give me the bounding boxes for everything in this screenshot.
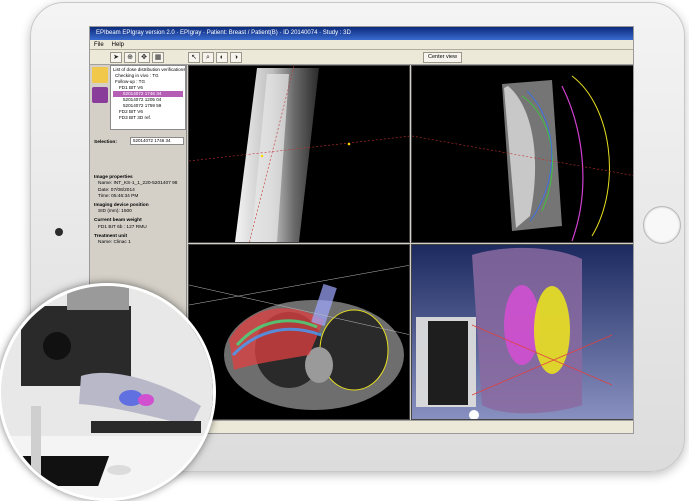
properties-panel: Selection: Image properties Name: INT_KS… xyxy=(90,135,186,248)
pan-icon[interactable]: ✥ xyxy=(138,52,150,63)
marker-point xyxy=(347,142,351,146)
treatment-room-lens xyxy=(0,283,216,501)
ct-slice xyxy=(189,265,409,410)
ct-dose-viewport[interactable] xyxy=(188,244,410,420)
couch xyxy=(91,421,201,433)
tree-item[interactable]: FD3 BIT 3D ref. xyxy=(113,115,183,121)
beam-weight-value: FD1 BIT 6b : 127 RMU xyxy=(98,224,147,230)
image-prop-time: Time: 05:46:34 PM xyxy=(98,193,139,199)
menu-file[interactable]: File xyxy=(94,40,104,49)
toolbar: ➤ ⊕ ✥ ▦ ↖ ⌕ ◐ ◑ Center view xyxy=(90,50,633,65)
grid-icon[interactable]: ▦ xyxy=(152,52,164,63)
portal-image xyxy=(189,66,409,242)
contour-magenta xyxy=(561,85,584,242)
status-bar xyxy=(188,420,633,433)
sidebar-icons xyxy=(90,65,110,125)
stand xyxy=(31,406,41,498)
3d-render xyxy=(416,247,613,419)
window-title: EPIbeam EPIgray version 2.0 · EPIgray · … xyxy=(90,27,633,40)
orientation-icon xyxy=(469,410,479,419)
person-icon[interactable] xyxy=(92,67,108,83)
contour-image xyxy=(412,75,633,242)
contour-viewport[interactable] xyxy=(411,65,633,243)
pointer-tool-icon[interactable]: ↖ xyxy=(188,52,200,63)
collimator xyxy=(43,332,71,360)
zoom-tool-icon[interactable]: ⌕ xyxy=(202,52,214,63)
center-view-button[interactable]: Center view xyxy=(423,52,463,63)
treatment-room-render xyxy=(1,286,213,498)
window-icon[interactable]: ◐ xyxy=(216,52,228,63)
marker-point xyxy=(260,154,264,158)
imager-panel xyxy=(1,456,110,486)
beam-line xyxy=(189,265,409,306)
menu-bar: File Help xyxy=(90,40,633,50)
image-prop-name: Name: INT_KS-1_1_220-5201407 98 xyxy=(98,181,178,187)
treatment-unit-name: Name: Clinac 1 xyxy=(98,240,131,246)
contour-yellow xyxy=(571,75,610,237)
camera-icon xyxy=(55,228,63,236)
portal-plane-image xyxy=(428,321,468,405)
3d-viewport[interactable] xyxy=(411,244,633,420)
epi-logo-icon[interactable] xyxy=(92,87,108,103)
pointer-icon[interactable]: ➤ xyxy=(110,52,122,63)
organ-magenta xyxy=(138,394,154,406)
zoom-icon[interactable]: ⊕ xyxy=(124,52,136,63)
portal-image-viewport[interactable] xyxy=(188,65,410,243)
menu-help[interactable]: Help xyxy=(112,40,124,49)
imager-spot xyxy=(107,465,131,475)
gantry-arm xyxy=(67,286,129,310)
home-button[interactable] xyxy=(643,206,681,244)
verification-tree: List of dose distribution verifications … xyxy=(110,65,186,130)
contrast-icon[interactable]: ◑ xyxy=(230,52,242,63)
device-pos-sid: SID (mm): 1500 xyxy=(98,209,132,215)
